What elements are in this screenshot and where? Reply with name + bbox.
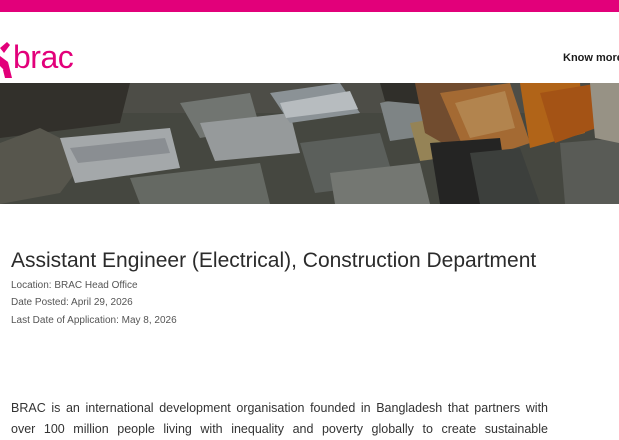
job-title: Assistant Engineer (Electrical), Constru…: [11, 249, 537, 272]
brand-name: brac: [13, 39, 74, 75]
brac-logo-icon: [0, 42, 12, 78]
slum-rooftops-photo: [0, 83, 619, 204]
job-location: Location: BRAC Head Office: [11, 280, 138, 291]
job-date-posted: Date Posted: April 29, 2026: [11, 297, 133, 308]
top-accent-bar: [0, 0, 619, 12]
know-more-link[interactable]: Know more: [563, 52, 619, 64]
brac-logo[interactable]: brac: [0, 39, 74, 80]
site-header: brac Know more: [0, 12, 619, 83]
job-description-paragraph: BRAC is an international development org…: [11, 401, 548, 436]
job-details: Assistant Engineer (Electrical), Constru…: [11, 246, 548, 329]
hero-image: [0, 83, 619, 204]
job-last-date: Last Date of Application: May 8, 2026: [11, 315, 177, 326]
